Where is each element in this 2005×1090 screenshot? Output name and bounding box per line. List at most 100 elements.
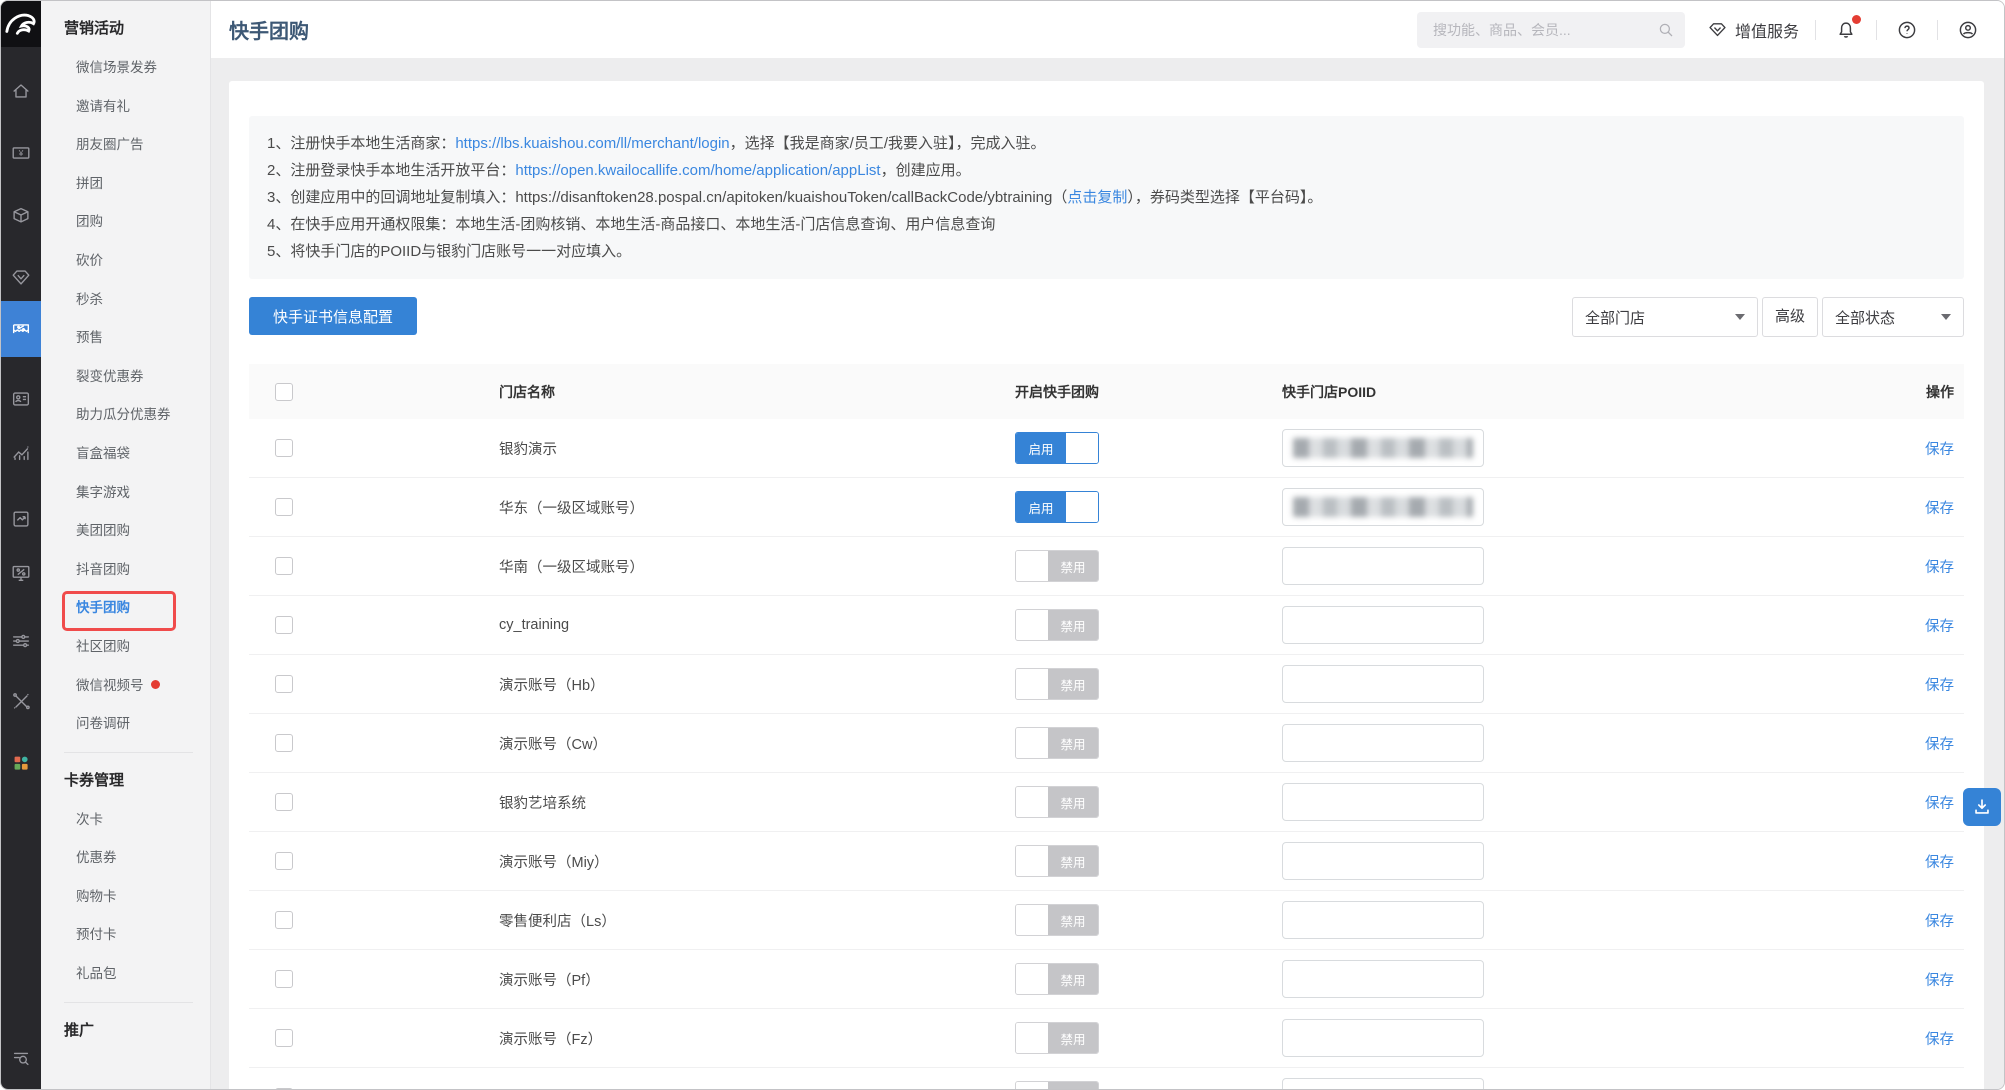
sidebar-item[interactable]: 微信场景发券 xyxy=(41,49,210,88)
row-checkbox[interactable] xyxy=(275,734,293,752)
row-checkbox[interactable] xyxy=(275,439,293,457)
monitor-percent-icon[interactable] xyxy=(1,553,41,593)
sidebar-item[interactable]: 次卡 xyxy=(41,801,210,840)
enable-toggle[interactable]: 禁用 xyxy=(1015,1022,1099,1054)
export-download-button[interactable] xyxy=(1963,788,2001,826)
sidebar-item[interactable]: 盲盒福袋 xyxy=(41,435,210,474)
search-input[interactable] xyxy=(1430,20,1657,39)
gem-icon[interactable] xyxy=(1,257,41,297)
sidebar-item[interactable]: 助力瓜分优惠券 xyxy=(41,396,210,435)
sidebar-item[interactable]: 问卷调研 xyxy=(41,705,210,744)
sidebar-item-label: 微信视频号 xyxy=(76,677,144,693)
apps-grid-icon[interactable] xyxy=(1,743,41,783)
save-link[interactable]: 保存 xyxy=(1925,973,1954,989)
report-icon[interactable] xyxy=(1,499,41,539)
sidebar-item[interactable]: 裂变优惠券 xyxy=(41,358,210,397)
sidebar-item[interactable]: 微信视频号 xyxy=(41,667,210,706)
brand-leopard-logo-icon[interactable] xyxy=(1,1,41,47)
row-checkbox[interactable] xyxy=(275,675,293,693)
save-link[interactable]: 保存 xyxy=(1925,1032,1954,1048)
enable-toggle[interactable]: 禁用 xyxy=(1015,963,1099,995)
menu-search-icon[interactable] xyxy=(1,1041,41,1075)
sidebar-item[interactable]: 朋友圈广告 xyxy=(41,126,210,165)
bill-icon[interactable]: ¥ xyxy=(1,133,41,173)
save-link[interactable]: 保存 xyxy=(1925,914,1954,930)
enable-toggle[interactable]: 启用 xyxy=(1015,432,1099,464)
poiid-input[interactable] xyxy=(1282,901,1484,939)
sidebar-item[interactable]: 拼团 xyxy=(41,165,210,204)
sidebar-item[interactable]: 预付卡 xyxy=(41,916,210,955)
enable-toggle[interactable]: 禁用 xyxy=(1015,609,1099,641)
advanced-filter-button[interactable]: 高级 xyxy=(1761,297,1818,337)
account-button[interactable] xyxy=(1954,16,1982,44)
sidebar-item[interactable]: 礼品包 xyxy=(41,955,210,994)
save-link[interactable]: 保存 xyxy=(1925,737,1954,753)
enable-toggle[interactable]: 禁用 xyxy=(1015,550,1099,582)
enable-toggle[interactable]: 禁用 xyxy=(1015,904,1099,936)
row-checkbox[interactable] xyxy=(275,498,293,516)
save-link[interactable]: 保存 xyxy=(1925,501,1954,517)
row-checkbox[interactable] xyxy=(275,1029,293,1047)
store-filter-select[interactable]: 全部门店 xyxy=(1571,297,1758,337)
value-added-services-button[interactable]: 增值服务 xyxy=(1707,18,1799,42)
poiid-input[interactable] xyxy=(1282,842,1484,880)
enable-toggle[interactable]: 启用 xyxy=(1015,491,1099,523)
poiid-input[interactable] xyxy=(1282,606,1484,644)
sidebar-item[interactable]: 砍价 xyxy=(41,242,210,281)
poiid-input[interactable] xyxy=(1282,429,1484,467)
poiid-input[interactable] xyxy=(1282,724,1484,762)
status-filter-select[interactable]: 全部状态 xyxy=(1822,297,1964,337)
sidebar-item[interactable]: 美团团购 xyxy=(41,512,210,551)
poiid-input[interactable] xyxy=(1282,488,1484,526)
package-icon[interactable] xyxy=(1,195,41,235)
sliders-icon[interactable] xyxy=(1,621,41,661)
save-link[interactable]: 保存 xyxy=(1925,678,1954,694)
global-search[interactable] xyxy=(1416,11,1685,48)
col-enable-groupbuy: 开启快手团购 xyxy=(1015,383,1099,400)
sidebar-item[interactable]: 团购 xyxy=(41,203,210,242)
select-all-checkbox[interactable] xyxy=(275,382,293,401)
row-checkbox[interactable] xyxy=(275,852,293,870)
analytics-icon[interactable] xyxy=(1,433,41,473)
marketing-coupon-icon-active[interactable] xyxy=(1,301,41,357)
poiid-input[interactable] xyxy=(1282,665,1484,703)
instruction-link[interactable]: https://open.kwailocallife.com/home/appl… xyxy=(515,162,880,179)
poiid-input[interactable] xyxy=(1282,1078,1484,1089)
sidebar-item[interactable]: 优惠券 xyxy=(41,839,210,878)
notifications-button[interactable] xyxy=(1832,14,1861,44)
row-checkbox[interactable] xyxy=(275,911,293,929)
sidebar-item[interactable]: 邀请有礼 xyxy=(41,88,210,127)
sidebar-item[interactable]: 秒杀 xyxy=(41,281,210,320)
row-checkbox[interactable] xyxy=(275,970,293,988)
poiid-input[interactable] xyxy=(1282,783,1484,821)
row-checkbox[interactable] xyxy=(275,557,293,575)
row-checkbox[interactable] xyxy=(275,616,293,634)
enable-toggle[interactable]: 禁用 xyxy=(1015,845,1099,877)
home-icon[interactable] xyxy=(1,71,41,111)
instruction-link[interactable]: 点击复制 xyxy=(1067,189,1127,206)
cert-config-button[interactable]: 快手证书信息配置 xyxy=(249,297,418,335)
instruction-link[interactable]: https://lbs.kuaishou.com/ll/merchant/log… xyxy=(455,135,729,152)
poiid-input[interactable] xyxy=(1282,1019,1484,1057)
save-link[interactable]: 保存 xyxy=(1925,796,1954,812)
save-link[interactable]: 保存 xyxy=(1925,619,1954,635)
sidebar-item[interactable]: 预售 xyxy=(41,319,210,358)
save-link[interactable]: 保存 xyxy=(1925,560,1954,576)
badge-card-icon[interactable] xyxy=(1,379,41,419)
poiid-input[interactable] xyxy=(1282,547,1484,585)
poiid-input[interactable] xyxy=(1282,960,1484,998)
sidebar-item[interactable]: 抖音团购 xyxy=(41,551,210,590)
enable-toggle[interactable]: 禁用 xyxy=(1015,727,1099,759)
save-link[interactable]: 保存 xyxy=(1925,855,1954,871)
sidebar-item[interactable]: 集字游戏 xyxy=(41,474,210,513)
enable-toggle[interactable]: 禁用 xyxy=(1015,668,1099,700)
sidebar-item[interactable]: 快手团购 xyxy=(41,589,210,631)
help-button[interactable] xyxy=(1893,16,1921,44)
save-link[interactable]: 保存 xyxy=(1925,442,1954,458)
enable-toggle[interactable]: 禁用 xyxy=(1015,786,1099,818)
sidebar-item[interactable]: 购物卡 xyxy=(41,878,210,917)
enable-toggle[interactable]: 禁用 xyxy=(1015,1081,1099,1089)
sidebar-item[interactable]: 社区团购 xyxy=(41,628,210,667)
cross-tools-icon[interactable] xyxy=(1,681,41,721)
row-checkbox[interactable] xyxy=(275,793,293,811)
